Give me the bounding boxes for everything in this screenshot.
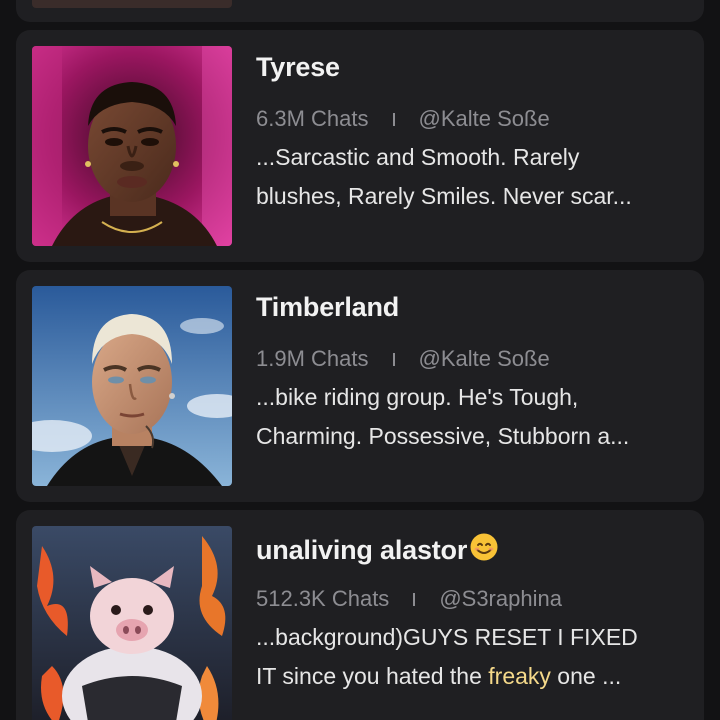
character-name: Timberland xyxy=(256,292,400,322)
description-text: IT since you hated the xyxy=(256,663,489,689)
chat-count: 6.3M Chats xyxy=(256,106,369,131)
chat-count: 512.3K Chats xyxy=(256,586,390,611)
character-name-text: unaliving alastor xyxy=(256,535,468,565)
meta-divider xyxy=(392,352,395,366)
description-line: Charming. Possessive, Stubborn a... xyxy=(256,423,630,449)
meta-divider xyxy=(413,592,416,606)
character-avatar-partial xyxy=(32,0,232,8)
creator-handle[interactable]: @S3raphina xyxy=(439,586,562,612)
character-avatar xyxy=(32,286,232,486)
description-line: blushes, Rarely Smiles. Never scar... xyxy=(256,183,632,209)
meta-divider xyxy=(392,112,395,126)
description-line: IT since you hated the freaky one ... xyxy=(256,657,686,696)
highlighted-keyword: freaky xyxy=(488,663,551,689)
creator-handle[interactable]: @Kalte Soße xyxy=(419,346,550,372)
character-card[interactable]: unaliving alastor 512.3K Chats @S3raphin… xyxy=(16,510,704,720)
character-card[interactable]: Tyrese 6.3M Chats @Kalte Soße ...Sarcast… xyxy=(16,30,704,262)
character-description: ...Sarcastic and Smooth. Rarely blushes,… xyxy=(256,138,686,216)
smiling-face-emoji-icon xyxy=(469,532,499,569)
character-list-screen: Tyrese 6.3M Chats @Kalte Soße ...Sarcast… xyxy=(0,0,720,720)
description-line: ...Sarcastic and Smooth. Rarely xyxy=(256,144,580,170)
description-line: ...bike riding group. He's Tough, xyxy=(256,384,579,410)
character-description: ...background)GUYS RESET I FIXED IT sinc… xyxy=(256,618,686,696)
creator-handle[interactable]: @Kalte Soße xyxy=(419,106,550,132)
character-description: ...bike riding group. He's Tough, Charmi… xyxy=(256,378,686,456)
character-meta: 1.9M Chats @Kalte Soße xyxy=(256,346,550,372)
character-card-partial[interactable] xyxy=(16,0,704,22)
character-name: unaliving alastor xyxy=(256,532,499,569)
description-text: one ... xyxy=(550,663,622,689)
chat-count: 1.9M Chats xyxy=(256,346,369,371)
character-avatar xyxy=(32,526,232,720)
character-meta: 512.3K Chats @S3raphina xyxy=(256,586,562,612)
character-meta: 6.3M Chats @Kalte Soße xyxy=(256,106,550,132)
character-card[interactable]: Timberland 1.9M Chats @Kalte Soße ...bik… xyxy=(16,270,704,502)
character-name: Tyrese xyxy=(256,52,340,82)
description-line: ...background)GUYS RESET I FIXED xyxy=(256,624,638,650)
character-avatar xyxy=(32,46,232,246)
